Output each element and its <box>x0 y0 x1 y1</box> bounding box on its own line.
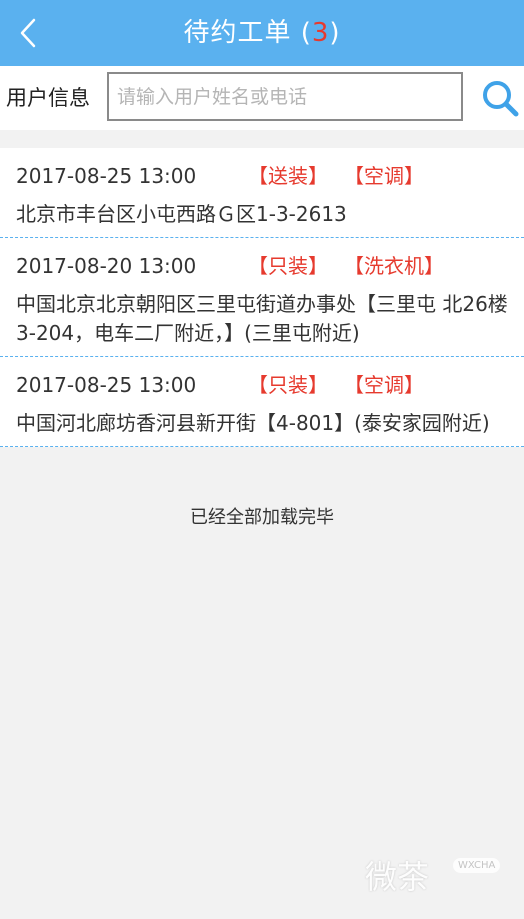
service-tag: 【送装】 <box>248 164 328 188</box>
service-tag: 【只装】 <box>248 254 328 278</box>
watermark-logo: 微茶 WXCHA <box>365 848 515 896</box>
search-icon <box>483 81 519 117</box>
order-list: 2017-08-25 13:00 【送装】 【空调】 北京市丰台区小屯西路Ｇ区1… <box>0 148 524 447</box>
order-header-row: 2017-08-20 13:00 【只装】 【洗衣机】 <box>16 248 508 284</box>
product-tag: 【空调】 <box>344 164 424 188</box>
title-suffix: ) <box>329 18 341 48</box>
service-tag: 【只装】 <box>248 373 328 397</box>
load-complete-message: 已经全部加载完毕 <box>190 507 334 528</box>
order-address: 中国北京北京朝阳区三里屯街道办事处【三里屯 北26楼3-204，电车二厂附近，】… <box>16 292 508 345</box>
list-item[interactable]: 2017-08-25 13:00 【送装】 【空调】 北京市丰台区小屯西路Ｇ区1… <box>0 148 524 238</box>
product-tag: 【洗衣机】 <box>344 254 444 278</box>
order-address: 中国河北廊坊香河县新开街【4-801】(泰安家园附近) <box>16 411 490 435</box>
order-address: 北京市丰台区小屯西路Ｇ区1-3-2613 <box>16 202 347 226</box>
product-tag: 【空调】 <box>344 373 424 397</box>
order-header-row: 2017-08-25 13:00 【只装】 【空调】 <box>16 367 508 403</box>
title-prefix: 待约工单 ( <box>183 18 312 48</box>
header-bar: 待约工单 (3) <box>0 0 524 66</box>
search-input[interactable] <box>107 72 463 121</box>
watermark-badge: WXCHA <box>453 858 501 873</box>
order-datetime: 2017-08-20 13:00 <box>16 254 197 278</box>
page-title: 待约工单 (3) <box>0 0 524 66</box>
list-item[interactable]: 2017-08-25 13:00 【只装】 【空调】 中国河北廊坊香河县新开街【… <box>0 357 524 447</box>
list-item[interactable]: 2017-08-20 13:00 【只装】 【洗衣机】 中国北京北京朝阳区三里屯… <box>0 238 524 357</box>
search-bar: 用户信息 <box>0 66 524 130</box>
order-datetime: 2017-08-25 13:00 <box>16 373 197 397</box>
search-button[interactable] <box>480 78 520 118</box>
watermark-text: 微茶 <box>365 858 430 896</box>
order-count-badge: 3 <box>311 18 330 48</box>
order-header-row: 2017-08-25 13:00 【送装】 【空调】 <box>16 158 508 194</box>
search-label: 用户信息 <box>6 86 90 110</box>
order-datetime: 2017-08-25 13:00 <box>16 164 197 188</box>
